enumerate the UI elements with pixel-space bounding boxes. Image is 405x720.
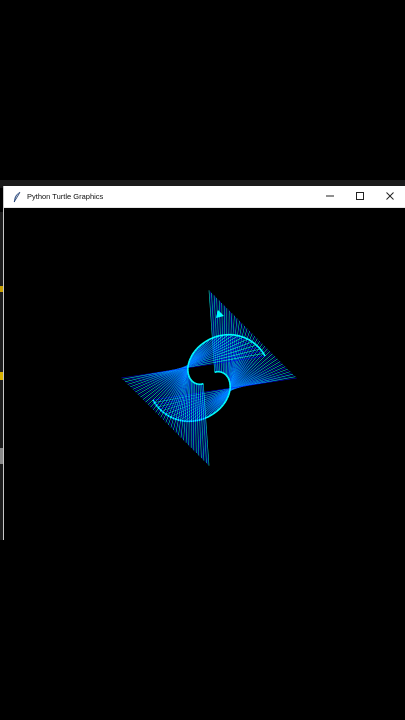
spiral-line [227, 392, 231, 397]
spiral-line [187, 372, 190, 376]
spiral-line [193, 382, 197, 385]
title-bar[interactable]: Python Turtle Graphics [4, 186, 405, 208]
spiral-line [195, 382, 198, 385]
spiral-line [228, 380, 231, 384]
spiral-line [207, 337, 213, 341]
spiral-line [226, 376, 230, 380]
spiral-line [187, 375, 191, 378]
spiral-line [189, 378, 193, 381]
spiral-line [205, 415, 211, 419]
spiral-line [215, 334, 220, 338]
close-icon [385, 188, 395, 206]
spiral-line [236, 334, 241, 338]
feather-icon [9, 189, 25, 205]
spiral-line [187, 362, 190, 366]
spiral-line [187, 359, 191, 364]
minimize-icon [325, 188, 335, 206]
spiral-drawing [121, 290, 297, 466]
turtle-canvas[interactable] [4, 208, 405, 540]
screen: Python Turtle Graphics [0, 0, 405, 720]
window-title: Python Turtle Graphics [27, 192, 104, 201]
spiral-line [221, 371, 225, 374]
close-button[interactable] [375, 186, 405, 208]
spiral-line [192, 381, 195, 384]
minimize-button[interactable] [315, 186, 345, 208]
spiral-line [188, 376, 192, 380]
maximize-icon [355, 188, 365, 206]
spiral-line [223, 372, 226, 375]
spiral-line [227, 378, 231, 381]
spiral-line [232, 333, 237, 337]
spiral-line [219, 334, 224, 337]
spiral-line [173, 417, 178, 421]
spiral-line [191, 379, 194, 383]
spiral-line [240, 335, 245, 339]
spiral-line [224, 373, 227, 377]
spiral-line [228, 390, 231, 394]
spiral-line [225, 375, 229, 378]
spiral-line [220, 371, 223, 374]
maximize-button[interactable] [345, 186, 375, 208]
turtle-window: Python Turtle Graphics [3, 186, 405, 540]
